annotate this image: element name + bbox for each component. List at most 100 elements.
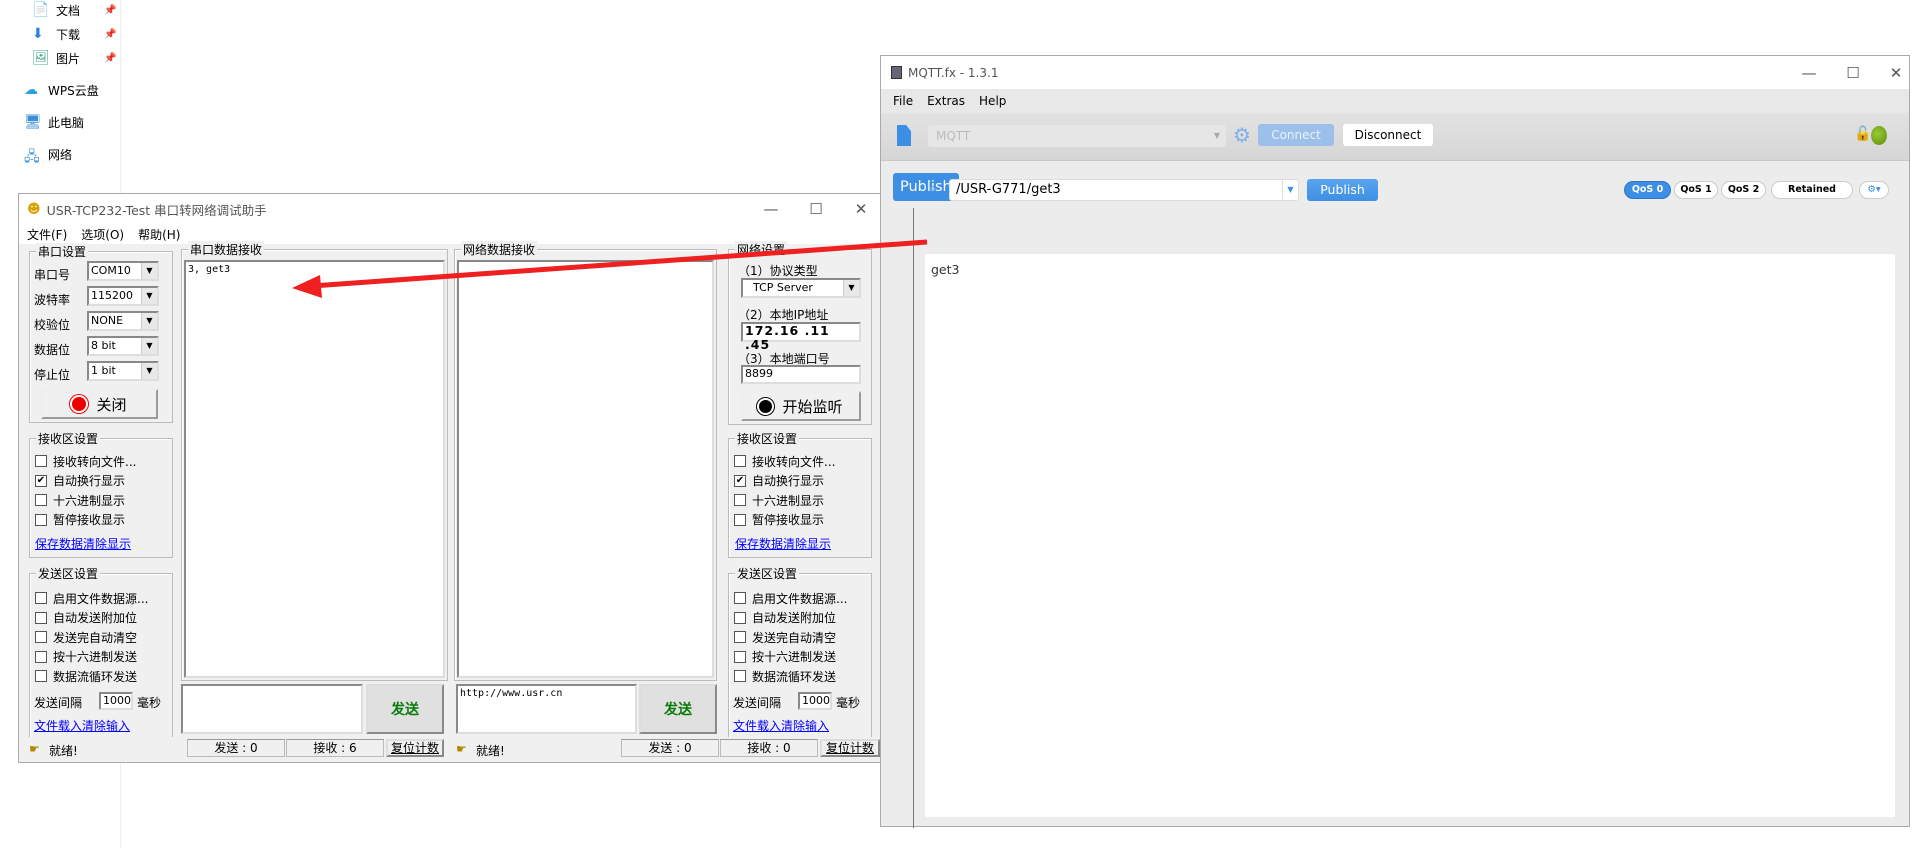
serial-setting-select[interactable]: 1 bit ▼ xyxy=(87,361,159,381)
option-checkbox[interactable]: 接收转向文件... xyxy=(35,453,136,469)
option-checkbox[interactable]: 暂停接收显示 xyxy=(734,512,824,528)
checkbox-icon[interactable] xyxy=(35,670,47,683)
publish-button[interactable]: Publish xyxy=(1307,179,1378,201)
maximize-button[interactable]: ☐ xyxy=(806,200,826,218)
close-button[interactable]: ✕ xyxy=(851,200,871,218)
expand-chevrons-icon[interactable]: » xyxy=(928,181,937,197)
checkbox-icon[interactable] xyxy=(35,494,47,507)
checkbox-icon[interactable] xyxy=(734,650,746,663)
menu-options[interactable]: 选项(O) xyxy=(81,226,124,243)
publish-options-gear-icon[interactable]: ⚙▾ xyxy=(1859,181,1889,199)
serial-send-button[interactable]: 发送 xyxy=(366,684,444,734)
disconnect-button[interactable]: Disconnect xyxy=(1343,124,1433,146)
network-receive-textarea[interactable] xyxy=(457,260,714,678)
nav-item[interactable]: 🖥 此电脑 xyxy=(24,112,84,132)
pin-icon[interactable]: 📌 xyxy=(104,29,116,40)
mqtt-minimize-button[interactable]: — xyxy=(1799,64,1819,82)
save-data-link[interactable]: 保存数据 xyxy=(35,535,83,552)
option-checkbox[interactable]: 按十六进制发送 xyxy=(734,649,836,665)
checkbox-icon[interactable] xyxy=(35,650,47,663)
save-data-link-right[interactable]: 保存数据 xyxy=(735,535,783,552)
serial-setting-select[interactable]: NONE ▼ xyxy=(87,311,159,331)
network-send-input[interactable]: http://www.usr.cn xyxy=(456,684,637,734)
option-checkbox[interactable]: 发送完自动清空 xyxy=(35,629,137,645)
topic-combobox[interactable]: /USR-G771/get3 ▼ xyxy=(949,179,1299,201)
clear-display-link[interactable]: 清除显示 xyxy=(83,535,131,552)
checkbox-icon[interactable] xyxy=(35,611,47,624)
serial-send-input[interactable] xyxy=(181,684,363,734)
checkbox-icon[interactable] xyxy=(734,670,746,683)
checkbox-icon[interactable] xyxy=(734,611,746,624)
option-checkbox[interactable]: 暂停接收显示 xyxy=(35,512,125,528)
option-checkbox[interactable]: 十六进制显示 xyxy=(734,492,824,508)
nav-item[interactable]: 🖧 网络 xyxy=(24,144,72,166)
qos-0-toggle[interactable]: QoS 0 xyxy=(1624,181,1671,199)
option-checkbox[interactable]: 自动发送附加位 xyxy=(734,610,836,626)
option-checkbox[interactable]: 数据流循环发送 xyxy=(734,668,836,684)
protocol-select[interactable]: TCP Server ▼ xyxy=(741,278,861,298)
nav-item[interactable]: 📄 文档 📌 xyxy=(32,0,116,20)
checkbox-icon[interactable] xyxy=(734,494,746,507)
serial-setting-select[interactable]: 8 bit ▼ xyxy=(87,336,159,356)
gear-icon[interactable]: ⚙ xyxy=(1233,123,1251,147)
profile-select[interactable]: MQTT ▼ xyxy=(928,125,1226,147)
mqtt-menu-extras[interactable]: Extras xyxy=(927,94,965,108)
new-profile-document-icon[interactable] xyxy=(897,125,911,146)
mqtt-menu-file[interactable]: File xyxy=(893,94,913,108)
option-checkbox[interactable]: 发送完自动清空 xyxy=(734,629,836,645)
port-input[interactable]: 8899 xyxy=(741,365,861,384)
clear-input-link[interactable]: 清除输入 xyxy=(82,717,130,734)
checkbox-icon[interactable] xyxy=(734,592,746,604)
menu-help[interactable]: 帮助(H) xyxy=(138,226,180,243)
checkbox-icon[interactable] xyxy=(35,592,47,604)
option-checkbox[interactable]: 自动发送附加位 xyxy=(35,610,137,626)
nav-item[interactable]: 🖼 图片 📌 xyxy=(32,48,116,68)
clear-input-link-right[interactable]: 清除输入 xyxy=(781,717,829,734)
send-interval-input[interactable]: 1000 xyxy=(99,692,133,710)
load-file-link[interactable]: 文件载入 xyxy=(34,717,82,734)
minimize-button[interactable]: — xyxy=(761,200,781,218)
option-checkbox[interactable]: 启用文件数据源... xyxy=(734,590,847,606)
load-file-link-right[interactable]: 文件载入 xyxy=(733,717,781,734)
clear-display-link-right[interactable]: 清除显示 xyxy=(783,535,831,552)
qos-1-toggle[interactable]: QoS 1 xyxy=(1674,181,1718,199)
option-checkbox[interactable]: 数据流循环发送 xyxy=(35,668,137,684)
checkbox-icon[interactable] xyxy=(35,513,47,526)
serial-setting-select[interactable]: COM10 ▼ xyxy=(87,261,159,281)
checkbox-icon[interactable] xyxy=(734,513,746,526)
pin-icon[interactable]: 📌 xyxy=(104,53,116,64)
checkbox-checked-icon[interactable]: ✔ xyxy=(35,474,47,487)
start-listen-button[interactable]: 开始监听 xyxy=(741,391,861,421)
mqtt-close-button[interactable]: ✕ xyxy=(1886,64,1906,82)
option-checkbox[interactable]: 按十六进制发送 xyxy=(35,649,137,665)
option-checkbox[interactable]: ✔ 自动换行显示 xyxy=(734,473,824,489)
chevron-down-icon[interactable]: ▼ xyxy=(1282,180,1298,200)
close-port-button[interactable]: 关闭 xyxy=(41,389,158,419)
option-checkbox[interactable]: 十六进制显示 xyxy=(35,492,125,508)
network-reset-count-button[interactable]: 复位计数 xyxy=(820,739,880,757)
option-checkbox[interactable]: 启用文件数据源... xyxy=(35,590,148,606)
nav-item[interactable]: ⬇ 下载 📌 xyxy=(32,24,116,44)
serial-reset-count-button[interactable]: 复位计数 xyxy=(386,739,444,757)
option-checkbox[interactable]: ✔ 自动换行显示 xyxy=(35,473,125,489)
menu-file[interactable]: 文件(F) xyxy=(27,226,67,243)
connect-button[interactable]: Connect xyxy=(1258,124,1334,146)
message-payload-editor[interactable]: get3 xyxy=(925,254,1895,817)
checkbox-icon[interactable] xyxy=(734,631,746,644)
serial-setting-select[interactable]: 115200 ▼ xyxy=(87,286,159,306)
network-send-button[interactable]: 发送 xyxy=(639,684,717,734)
pin-icon[interactable]: 📌 xyxy=(104,5,116,16)
ip-input[interactable]: 172.16 .11 .45 xyxy=(741,322,861,352)
option-checkbox[interactable]: 接收转向文件... xyxy=(734,453,835,469)
send-interval-input-right[interactable]: 1000 xyxy=(798,692,832,710)
checkbox-checked-icon[interactable]: ✔ xyxy=(734,474,746,487)
mqtt-maximize-button[interactable]: ☐ xyxy=(1843,64,1863,82)
checkbox-icon[interactable] xyxy=(35,631,47,644)
checkbox-icon[interactable] xyxy=(35,455,47,467)
retained-toggle[interactable]: Retained xyxy=(1771,181,1853,199)
nav-item[interactable]: ☁ WPS云盘 xyxy=(24,80,99,100)
qos-2-toggle[interactable]: QoS 2 xyxy=(1721,181,1766,199)
mqtt-menu-help[interactable]: Help xyxy=(979,94,1006,108)
checkbox-icon[interactable] xyxy=(734,455,746,467)
serial-receive-textarea[interactable]: 3, get3 xyxy=(184,260,445,678)
